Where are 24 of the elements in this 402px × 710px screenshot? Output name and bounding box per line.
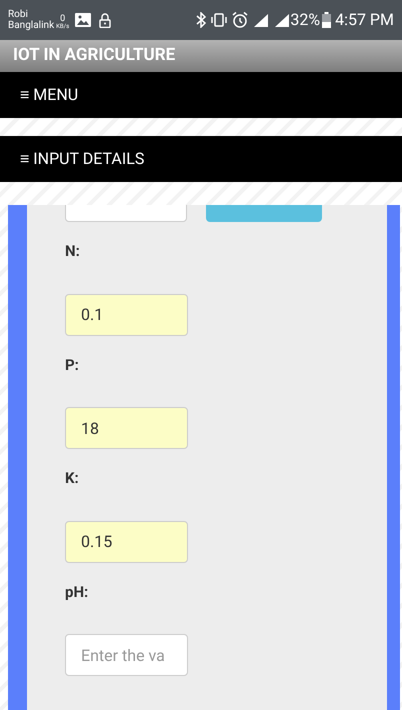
menu-bar[interactable]: ≡ INPUT DETAILS xyxy=(0,136,402,182)
input-field[interactable]: 0.15 xyxy=(65,520,188,562)
alarm-icon xyxy=(231,11,250,29)
input-field[interactable]: Enter the va xyxy=(65,634,188,676)
field-label: pH: xyxy=(65,582,88,602)
image-icon xyxy=(75,13,92,27)
app-title: IOT IN AGRICULTURE xyxy=(13,44,176,68)
vibrate-icon xyxy=(210,12,228,28)
carrier-name: Robi xyxy=(8,9,29,20)
clock-time: 4:57 PM xyxy=(335,9,394,31)
signal-icon xyxy=(275,13,290,27)
lock-icon xyxy=(99,12,112,28)
battery-icon xyxy=(322,12,332,28)
signal-icon xyxy=(253,12,270,28)
input-field[interactable]: 18 xyxy=(65,407,188,449)
battery-percentage: 32% xyxy=(290,9,320,31)
field-label: P: xyxy=(65,354,79,376)
menu-bar[interactable]: ≡ MENU xyxy=(0,72,402,118)
speed-value: 0 xyxy=(60,15,66,23)
input-field[interactable]: 0.1 xyxy=(65,294,188,336)
bluetooth-icon xyxy=(195,12,208,28)
carrier-name: Banglalink xyxy=(8,20,54,31)
field-label: N: xyxy=(65,241,80,262)
field-label: K: xyxy=(65,468,79,489)
